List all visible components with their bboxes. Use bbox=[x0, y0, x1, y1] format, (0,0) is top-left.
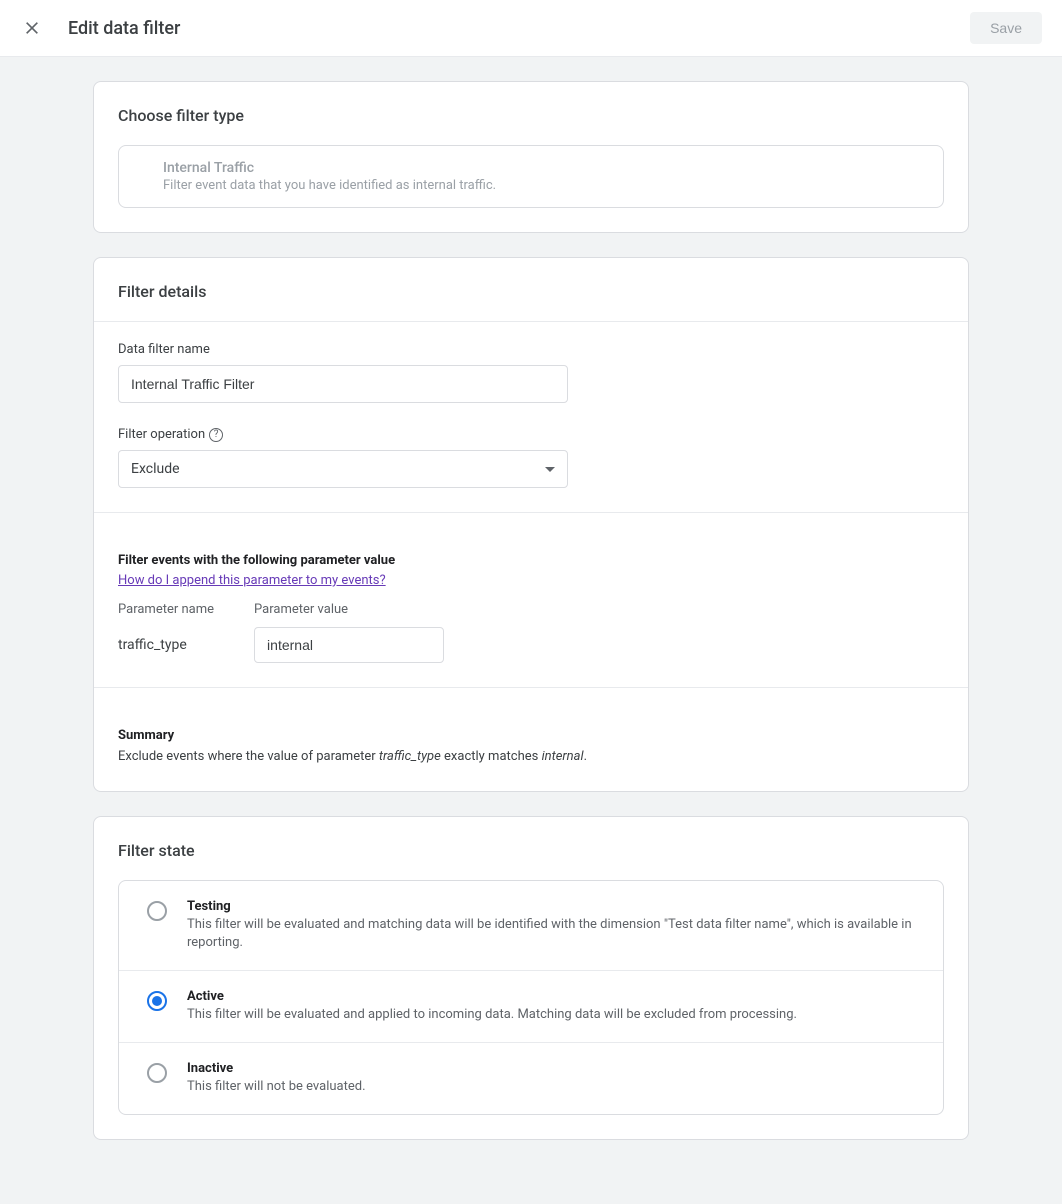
radio-inactive[interactable] bbox=[147, 1063, 167, 1083]
state-option-desc: This filter will not be evaluated. bbox=[187, 1078, 923, 1096]
page-title: Edit data filter bbox=[68, 18, 970, 39]
filter-name-input[interactable] bbox=[118, 365, 568, 403]
filter-state-option-inactive[interactable]: Inactive This filter will not be evaluate… bbox=[119, 1043, 943, 1114]
radio-testing[interactable] bbox=[147, 901, 167, 921]
param-name-value: traffic_type bbox=[118, 627, 214, 653]
param-help-link[interactable]: How do I append this parameter to my eve… bbox=[118, 573, 386, 588]
content-area: Choose filter type Internal Traffic Filt… bbox=[0, 57, 1062, 1204]
state-option-title: Active bbox=[187, 989, 923, 1004]
save-button[interactable]: Save bbox=[970, 12, 1042, 44]
filter-state-option-active[interactable]: Active This filter will be evaluated and … bbox=[119, 971, 943, 1043]
radio-active[interactable] bbox=[147, 991, 167, 1011]
param-section-title: Filter events with the following paramet… bbox=[118, 553, 944, 568]
filter-name-field: Data filter name bbox=[118, 342, 944, 403]
help-icon[interactable]: ? bbox=[209, 428, 223, 442]
filter-state-card: Filter state Testing This filter will be … bbox=[93, 816, 969, 1141]
choose-filter-type-heading: Choose filter type bbox=[94, 82, 968, 145]
state-option-title: Testing bbox=[187, 899, 923, 914]
close-icon bbox=[24, 20, 40, 36]
state-option-desc: This filter will be evaluated and applie… bbox=[187, 1006, 923, 1024]
state-option-desc: This filter will be evaluated and matchi… bbox=[187, 916, 923, 952]
param-row: Parameter name traffic_type Parameter va… bbox=[118, 602, 944, 663]
filter-operation-select[interactable]: Exclude bbox=[118, 450, 568, 488]
filter-operation-value: Exclude bbox=[131, 461, 180, 477]
state-option-title: Inactive bbox=[187, 1061, 923, 1076]
param-value-input[interactable] bbox=[254, 627, 444, 663]
filter-state-heading: Filter state bbox=[94, 817, 968, 880]
summary-text: Exclude events where the value of parame… bbox=[118, 747, 944, 767]
filter-operation-field: Filter operation ? Exclude bbox=[118, 427, 944, 488]
filter-state-option-testing[interactable]: Testing This filter will be evaluated and… bbox=[119, 881, 943, 971]
filter-operation-label: Filter operation ? bbox=[118, 427, 944, 442]
filter-state-options: Testing This filter will be evaluated and… bbox=[118, 880, 944, 1116]
chevron-down-icon bbox=[545, 467, 555, 472]
filter-type-desc: Filter event data that you have identifi… bbox=[163, 178, 923, 193]
param-name-label: Parameter name bbox=[118, 602, 214, 617]
filter-details-card: Filter details Data filter name Filter o… bbox=[93, 257, 969, 792]
filter-details-heading: Filter details bbox=[94, 258, 968, 321]
param-value-label: Parameter value bbox=[254, 602, 444, 617]
page-header: Edit data filter Save bbox=[0, 0, 1062, 57]
filter-name-label: Data filter name bbox=[118, 342, 944, 357]
choose-filter-type-card: Choose filter type Internal Traffic Filt… bbox=[93, 81, 969, 233]
filter-type-option[interactable]: Internal Traffic Filter event data that … bbox=[118, 145, 944, 208]
filter-type-title: Internal Traffic bbox=[163, 160, 923, 176]
summary-title: Summary bbox=[118, 728, 944, 743]
close-button[interactable] bbox=[20, 16, 44, 40]
